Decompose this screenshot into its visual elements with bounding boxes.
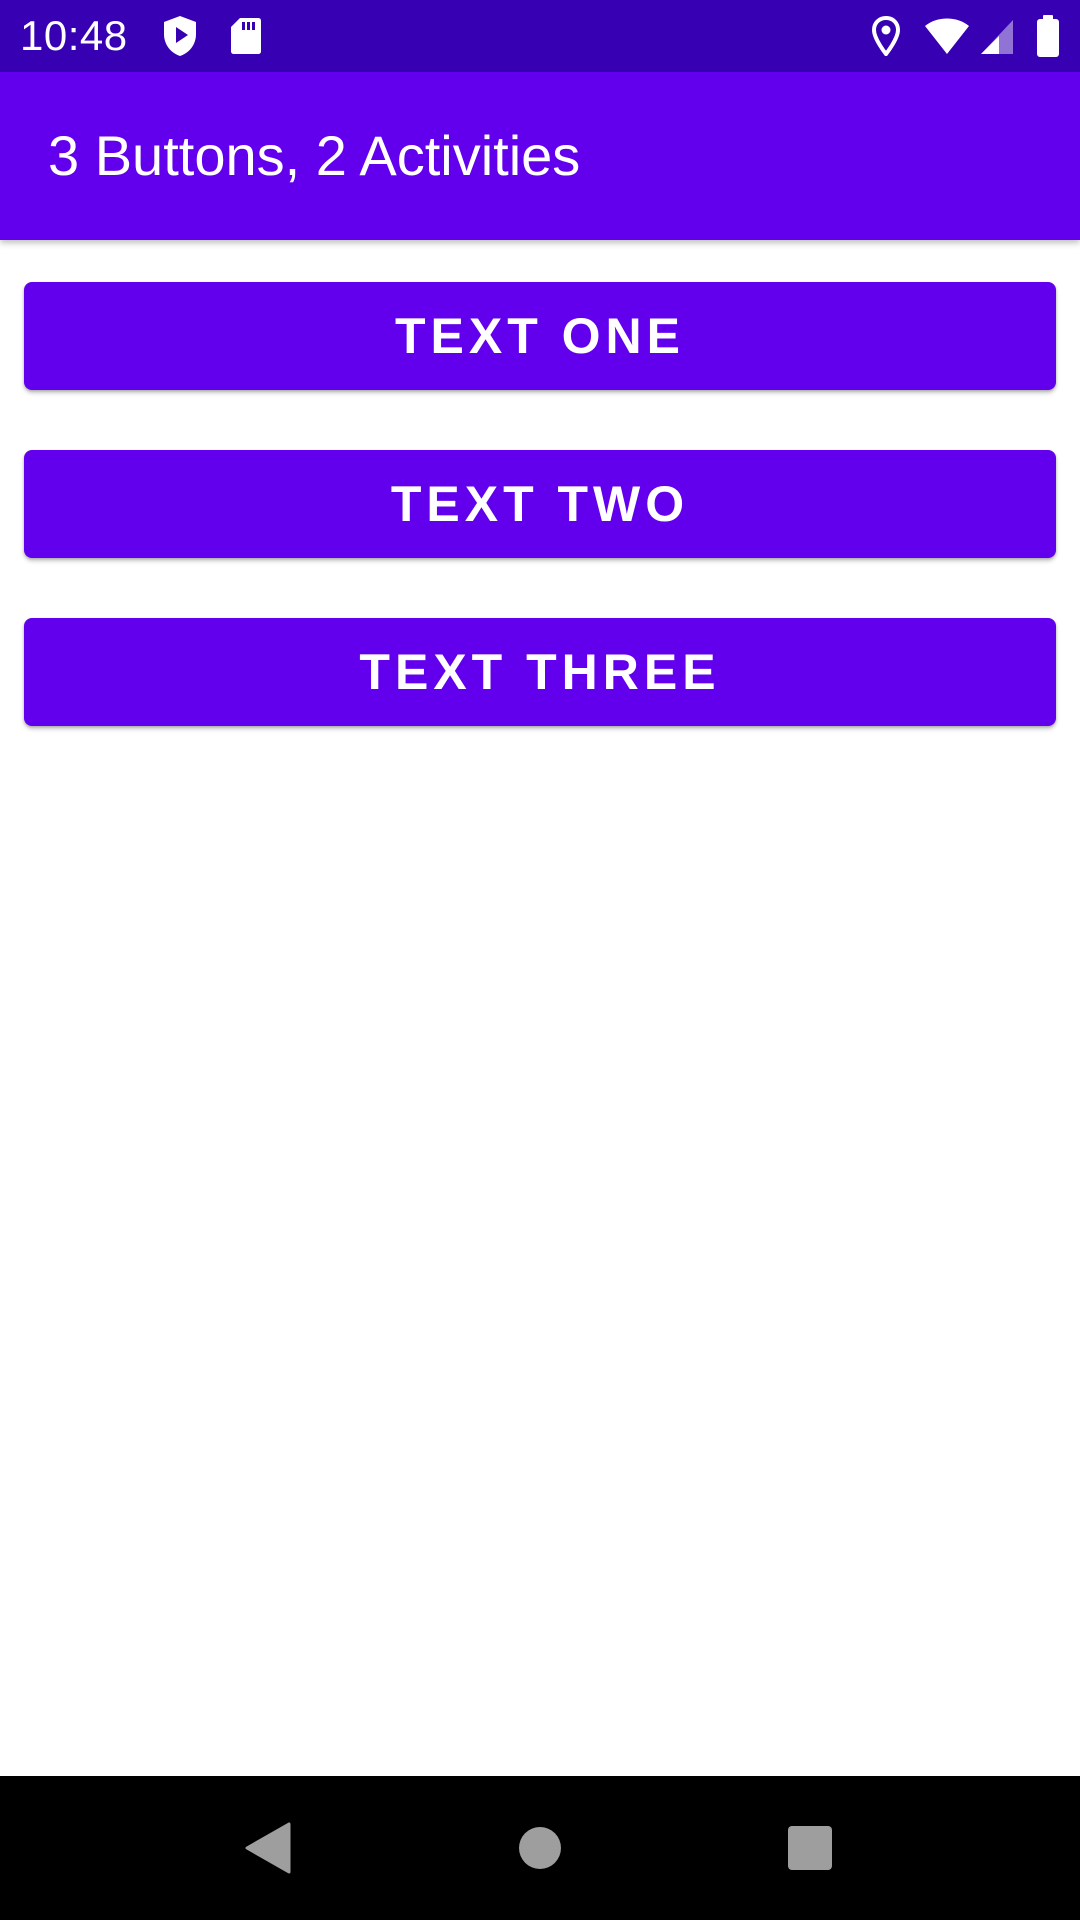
wifi-icon bbox=[922, 14, 972, 58]
back-icon[interactable] bbox=[218, 1798, 318, 1898]
text-one-button[interactable]: TEXT ONE bbox=[24, 282, 1056, 390]
text-three-button[interactable]: TEXT THREE bbox=[24, 618, 1056, 726]
app-bar: 3 Buttons, 2 Activities bbox=[0, 72, 1080, 240]
text-two-button[interactable]: TEXT TWO bbox=[24, 450, 1056, 558]
main-content: TEXT ONE TEXT TWO TEXT THREE bbox=[0, 240, 1080, 1776]
app-title: 3 Buttons, 2 Activities bbox=[48, 124, 581, 187]
recents-icon[interactable] bbox=[760, 1798, 860, 1898]
battery-icon bbox=[1034, 14, 1062, 58]
status-time: 10:48 bbox=[20, 12, 128, 59]
home-icon[interactable] bbox=[490, 1798, 590, 1898]
location-icon bbox=[868, 14, 904, 58]
shield-play-icon bbox=[160, 14, 200, 58]
screen: 10:48 3 Buttons, 2 Activities TEXT ONE T… bbox=[0, 0, 1080, 1920]
navigation-bar bbox=[0, 1776, 1080, 1920]
status-bar: 10:48 bbox=[0, 0, 1080, 72]
sd-card-icon bbox=[228, 14, 264, 58]
signal-icon bbox=[978, 14, 1016, 58]
